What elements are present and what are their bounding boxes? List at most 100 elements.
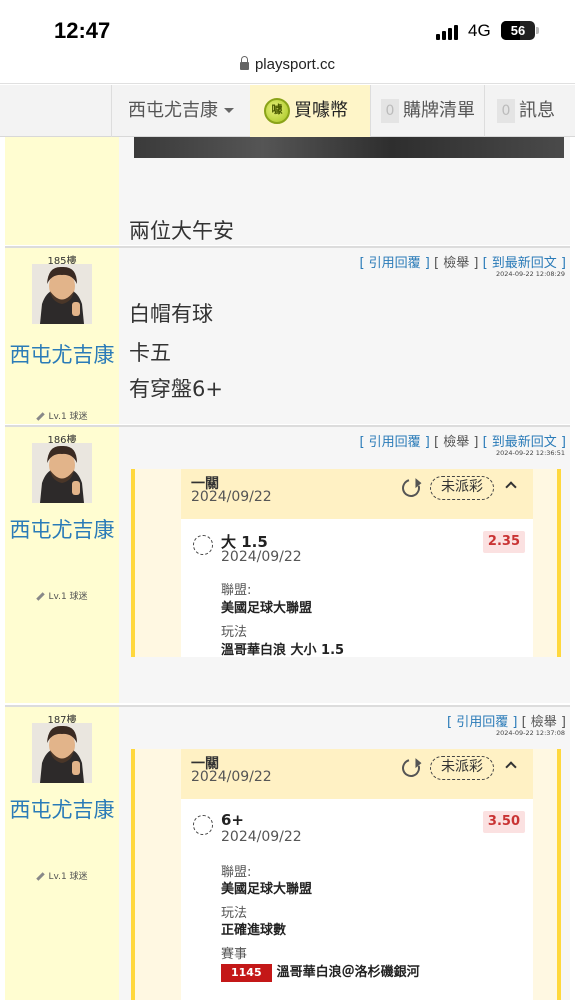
user-level: Lv.1 球迷 xyxy=(5,589,119,602)
chevron-up-icon[interactable] xyxy=(505,761,517,773)
avatar[interactable] xyxy=(32,723,92,783)
pick-date: 2024/09/22 xyxy=(221,829,302,845)
bet-card: 一關 2024/09/22 未派彩 大 1.5 2024/09/22 2.35 … xyxy=(131,469,561,658)
match-value: 溫哥華白浪＠洛杉磯銀河 xyxy=(276,965,420,980)
bet-card-inner: 一關 2024/09/22 未派彩 6+ 2024/09/22 3.50 聯盟:… xyxy=(181,749,533,1000)
battery-level-label: 56 xyxy=(510,23,526,38)
network-type: 4G xyxy=(468,21,491,40)
match-label: 賽事 xyxy=(221,947,248,962)
game-id-badge: 1145 xyxy=(221,963,272,982)
signal-icon xyxy=(436,24,458,40)
user-level: Lv.1 球迷 xyxy=(5,409,119,422)
post-sidebar xyxy=(5,137,119,245)
cart-count: 0 xyxy=(381,99,399,123)
pending-circle-icon xyxy=(193,535,213,555)
refresh-icon[interactable] xyxy=(398,755,424,781)
caret-down-icon xyxy=(224,108,234,113)
post-actions: [ 引用回覆 ] [ 檢舉 ] [ 到最新回文 ] xyxy=(359,252,566,271)
buy-coin-button[interactable]: 噱買噱幣 xyxy=(250,85,370,137)
report-link[interactable]: [ 檢舉 ] xyxy=(434,256,478,271)
username-link[interactable]: 西屯尤吉康 xyxy=(5,515,119,545)
cart-link[interactable]: 0 購牌清單 xyxy=(370,85,484,137)
bet-card-body: 6+ 2024/09/22 3.50 聯盟: 美國足球大聯盟 玩法 正確進球數 … xyxy=(181,799,533,1000)
battery-icon: 56 xyxy=(501,21,535,40)
bet-card-header: 一關 2024/09/22 未派彩 xyxy=(181,749,533,799)
play-value: 溫哥華白浪 大小 1.5 xyxy=(221,643,345,658)
message-count: 0 xyxy=(497,99,515,123)
pencil-icon xyxy=(36,872,46,881)
user-menu-label: 西屯尤吉康 xyxy=(128,100,218,121)
avatar[interactable] xyxy=(32,264,92,324)
quote-reply-link[interactable]: [ 引用回覆 ] xyxy=(359,256,429,271)
league-value: 美國足球大聯盟 xyxy=(221,882,313,897)
post-content: [ 引用回覆 ] [ 檢舉 ] [ 到最新回文 ] 2024-09-22 12:… xyxy=(119,427,570,703)
lock-icon xyxy=(239,56,249,70)
refresh-icon[interactable] xyxy=(398,475,424,501)
status-badge: 未派彩 xyxy=(430,476,494,500)
status-time: 12:47 xyxy=(54,18,111,43)
avatar-image xyxy=(32,723,92,783)
quote-reply-link[interactable]: [ 引用回覆 ] xyxy=(447,715,517,730)
pending-circle-icon xyxy=(193,815,213,835)
bet-date: 2024/09/22 xyxy=(191,489,272,505)
odds-badge: 2.35 xyxy=(482,531,525,553)
post-actions: [ 引用回覆 ] [ 檢舉 ] [ 到最新回文 ] xyxy=(359,431,566,450)
username-link[interactable]: 西屯尤吉康 xyxy=(5,340,119,370)
bet-card-inner: 一關 2024/09/22 未派彩 大 1.5 2024/09/22 2.35 … xyxy=(181,469,533,658)
post-text: 兩位大午安 xyxy=(129,219,234,243)
user-level: Lv.1 球迷 xyxy=(5,869,119,882)
post-partial: 兩位大午安 xyxy=(5,137,570,245)
user-level-label: Lv.1 球迷 xyxy=(48,592,88,602)
post-sidebar: 186樓 西屯尤吉康 Lv.1 球迷 xyxy=(5,427,119,703)
post-content: [ 引用回覆 ] [ 檢舉 ] [ 到最新回文 ] 2024-09-22 12:… xyxy=(119,248,570,424)
user-level-label: Lv.1 球迷 xyxy=(48,872,88,882)
play-label: 玩法 xyxy=(221,625,248,640)
pencil-icon xyxy=(36,412,46,421)
bet-card: 一關 2024/09/22 未派彩 6+ 2024/09/22 3.50 聯盟:… xyxy=(131,749,561,1000)
league-value: 美國足球大聯盟 xyxy=(221,601,313,616)
post-187: 187樓 西屯尤吉康 Lv.1 球迷 [ 引用回覆 ] [ 檢舉 ] 2024-… xyxy=(5,705,570,1000)
site-nav: 西屯尤吉康 噱買噱幣 0 購牌清單 0 訊息 xyxy=(0,85,575,137)
quote-reply-link[interactable]: [ 引用回覆 ] xyxy=(359,435,429,450)
user-menu[interactable]: 西屯尤吉康 xyxy=(111,85,247,137)
chevron-up-icon[interactable] xyxy=(505,481,517,493)
post-text-line: 有穿盤6+ xyxy=(129,377,223,401)
username-link[interactable]: 西屯尤吉康 xyxy=(5,795,119,825)
post-sidebar: 185樓 西屯尤吉康 Lv.1 球迷 xyxy=(5,248,119,424)
bet-card-header: 一關 2024/09/22 未派彩 xyxy=(181,469,533,519)
avatar-image xyxy=(32,264,92,324)
report-link[interactable]: [ 檢舉 ] xyxy=(434,435,478,450)
post-timestamp: 2024-09-22 12:37:08 xyxy=(495,729,565,737)
buy-coin-label: 買噱幣 xyxy=(294,100,348,121)
avatar-image xyxy=(32,443,92,503)
post-content: [ 引用回覆 ] [ 檢舉 ] 2024-09-22 12:37:08 一關 2… xyxy=(119,707,570,1000)
url-text: playsport.cc xyxy=(254,56,336,73)
match-row[interactable]: 1145 溫哥華白浪＠洛杉磯銀河 xyxy=(221,961,420,982)
latest-reply-link[interactable]: [ 到最新回文 ] xyxy=(483,435,566,450)
post-timestamp: 2024-09-22 12:08:29 xyxy=(495,270,565,278)
post-186: 186樓 西屯尤吉康 Lv.1 球迷 [ 引用回覆 ] [ 檢舉 ] [ 到最新… xyxy=(5,425,570,703)
play-value: 正確進球數 xyxy=(221,923,287,938)
bet-date: 2024/09/22 xyxy=(191,769,272,785)
bet-pick: 6+ xyxy=(221,811,245,829)
league-label: 聯盟: xyxy=(221,583,252,598)
latest-reply-link[interactable]: [ 到最新回文 ] xyxy=(483,256,566,271)
report-link[interactable]: [ 檢舉 ] xyxy=(522,715,566,730)
cart-label: 購牌清單 xyxy=(403,100,475,121)
pencil-icon xyxy=(36,592,46,601)
bet-card-body: 大 1.5 2024/09/22 2.35 聯盟: 美國足球大聯盟 玩法 溫哥華… xyxy=(181,519,533,658)
post-185: 185樓 西屯尤吉康 Lv.1 球迷 [ 引用回覆 ] [ 檢舉 ] [ 到最新… xyxy=(5,246,570,424)
post-image[interactable] xyxy=(134,137,564,158)
messages-link[interactable]: 0 訊息 xyxy=(484,85,575,137)
battery-tip xyxy=(536,27,539,34)
status-bar: 12:47 4G 56 xyxy=(0,0,575,50)
pick-date: 2024/09/22 xyxy=(221,549,302,565)
user-level-label: Lv.1 球迷 xyxy=(48,412,88,422)
post-sidebar: 187樓 西屯尤吉康 Lv.1 球迷 xyxy=(5,707,119,1000)
post-text-line: 白帽有球 xyxy=(129,302,213,326)
post-actions: [ 引用回覆 ] [ 檢舉 ] xyxy=(447,711,566,730)
avatar[interactable] xyxy=(32,443,92,503)
post-content: 兩位大午安 xyxy=(119,137,570,245)
url-bar[interactable]: playsport.cc xyxy=(0,50,575,84)
status-badge: 未派彩 xyxy=(430,756,494,780)
